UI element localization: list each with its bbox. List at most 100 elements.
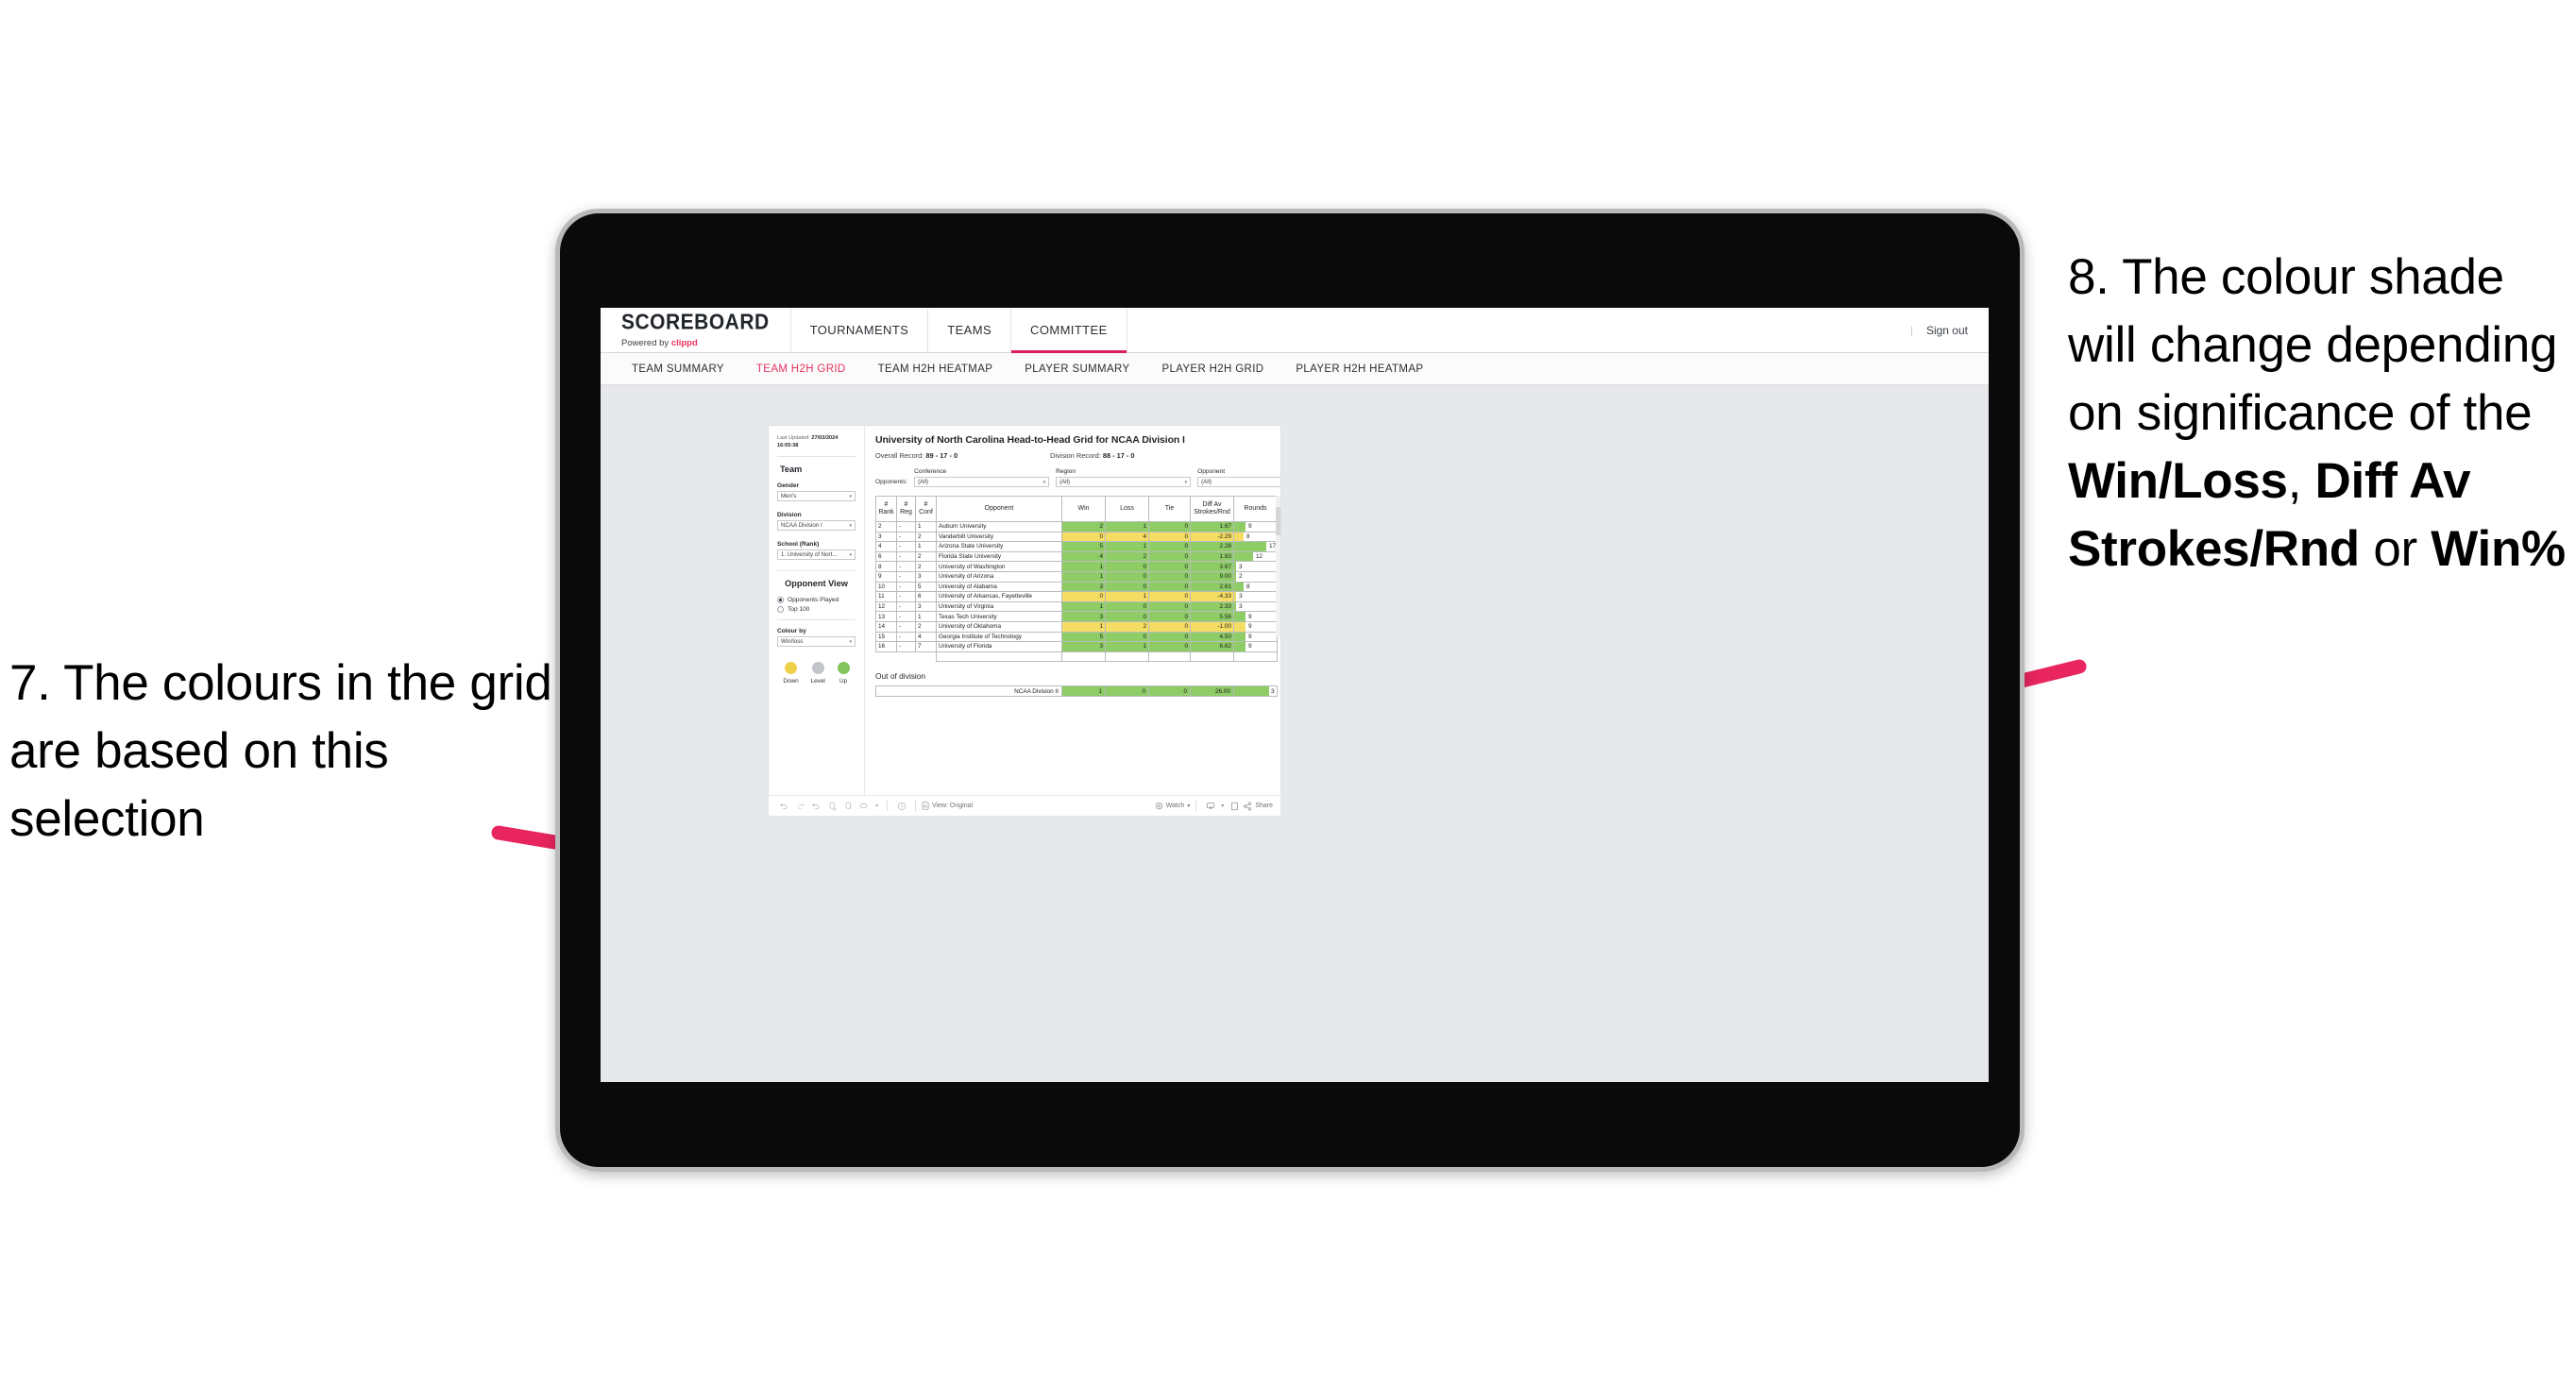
cell-rank: 6 — [875, 550, 897, 563]
region-label: Region — [1056, 468, 1076, 475]
pause-auto-update-icon[interactable] — [840, 802, 856, 811]
cell-loss: 1 — [1105, 591, 1149, 602]
cell-diff: 2.61 — [1190, 581, 1234, 593]
nav-item-committee[interactable]: COMMITTEE — [1011, 308, 1127, 353]
subnav-team-h2h-heatmap[interactable]: TEAM H2H HEATMAP — [862, 363, 1009, 375]
cell-loss: 0 — [1105, 600, 1149, 613]
col-opponent[interactable]: Opponent — [936, 496, 1062, 522]
gender-select[interactable]: Men's ▾ — [777, 491, 856, 502]
subnav-team-summary[interactable]: TEAM SUMMARY — [616, 363, 740, 375]
refresh-icon[interactable] — [824, 802, 840, 811]
grid-row[interactable]: 15-4 Georgia Institute of Technology 5 0 0 4.… — [875, 631, 1278, 643]
col-rank[interactable]: # Rank — [875, 496, 897, 522]
colour-by-select[interactable]: Win/loss ▾ — [777, 636, 856, 648]
legend-label-up: Up — [839, 678, 848, 685]
rounds-value: 3 — [1239, 593, 1243, 600]
col-conf[interactable]: # Conf — [915, 496, 937, 522]
record-summary: Overall Record: 89 - 17 - 0 Division Rec… — [875, 451, 1270, 460]
subnav-player-summary[interactable]: PLAYER SUMMARY — [1008, 363, 1145, 375]
grid-row[interactable]: 9-3 University of Arizona 1 0 0 9.00 2 — [875, 570, 1278, 583]
legend-item-down: Down — [783, 662, 799, 685]
grid-row[interactable]: 12-3 University of Virginia 1 0 0 2.33 3 — [875, 600, 1278, 613]
cell-conf: 3 — [915, 570, 937, 583]
col-diff-av-strokes[interactable]: Diff Av Strokes/Rnd — [1190, 496, 1234, 522]
cell-diff: 9.00 — [1190, 570, 1234, 583]
cell-rank: 14 — [875, 620, 897, 633]
grid-row[interactable]: 13-1 Texas Tech University 3 0 0 5.56 9 — [875, 611, 1278, 622]
cell-tie: 0 — [1148, 550, 1191, 563]
clock-history-icon[interactable] — [893, 802, 909, 811]
subnav-player-h2h-heatmap[interactable]: PLAYER H2H HEATMAP — [1280, 363, 1439, 375]
grid-row[interactable]: 8-2 University of Washington 1 0 0 3.67 3 — [875, 561, 1278, 572]
legend-dot-up-icon — [837, 662, 850, 675]
rounds-value: 17 — [1269, 543, 1277, 550]
cell-opponent: University of Alabama — [936, 581, 1062, 593]
rounds-bar — [1234, 522, 1246, 532]
grid-row[interactable]: 6-2 Florida State University 4 2 0 1.83 12 — [875, 550, 1278, 563]
download-icon[interactable] — [1202, 802, 1218, 811]
revert-icon[interactable] — [808, 802, 824, 810]
grid-scrollbar[interactable] — [1276, 496, 1280, 637]
radio-top-100[interactable]: Top 100 — [777, 606, 856, 614]
rounds-bar — [1234, 601, 1236, 612]
grid-row[interactable]: 2-1 Auburn University 2 1 0 1.67 9 — [875, 521, 1278, 532]
share-button[interactable]: Share — [1243, 802, 1273, 811]
conference-select[interactable]: (All) ▾ — [914, 477, 1050, 487]
cell-win: 1 — [1061, 620, 1106, 633]
grid-row[interactable]: 11-6 University of Arkansas, Fayetteville… — [875, 591, 1278, 602]
cell-loss: 2 — [1105, 620, 1149, 633]
grid-row[interactable]: 14-2 University of Oklahoma 1 2 0 -1.00 9 — [875, 620, 1278, 633]
ood-rounds: 3 — [1233, 685, 1278, 698]
col-tie[interactable]: Tie — [1148, 496, 1191, 522]
redo-icon[interactable] — [792, 802, 808, 810]
out-of-division-table: NCAA Division II 1 0 0 26.00 3 — [875, 685, 1278, 698]
cell-reg: - — [896, 641, 916, 652]
cell-win: 1 — [1061, 561, 1106, 572]
grid-row[interactable]: 3-2 Vanderbilt University 0 4 0 -2.29 8 — [875, 531, 1278, 543]
cell-rank: 10 — [875, 581, 897, 593]
grid-row[interactable]: 4-1 Arizona State University 5 1 0 2.28 17 — [875, 541, 1278, 552]
radio-opponents-played[interactable]: Opponents Played — [777, 597, 856, 604]
col-loss[interactable]: Loss — [1105, 496, 1149, 522]
signout-link[interactable]: Sign out — [1926, 324, 1968, 337]
cell-reg: - — [896, 521, 916, 532]
nav-item-teams[interactable]: TEAMS — [928, 308, 1012, 352]
chevron-down-icon: ▾ — [849, 551, 852, 558]
cell-reg: - — [896, 611, 916, 622]
rounds-bar — [1234, 571, 1236, 582]
region-select[interactable]: (All) ▾ — [1056, 477, 1192, 487]
nav-item-tournaments[interactable]: TOURNAMENTS — [791, 308, 929, 352]
cell-win: 5 — [1061, 631, 1106, 643]
chevron-down-icon[interactable]: ▾ — [873, 803, 881, 809]
colour-by-value: Win/loss — [781, 638, 804, 646]
cell-win: 0 — [1061, 591, 1106, 602]
grid-row[interactable]: 16-7 University of Florida 3 1 0 6.62 9 — [875, 641, 1278, 652]
tablet-screen: SCOREBOARD Powered by clippd TOURNAMENTS… — [601, 308, 1989, 1082]
fullscreen-icon[interactable] — [1227, 802, 1243, 811]
cell-win: 4 — [1061, 550, 1106, 563]
col-conf-l2: Conf — [919, 509, 933, 516]
grid-header-row: # Rank # Reg # Conf Opponent Win Loss Tie D… — [875, 496, 1278, 522]
overall-record-value: 89 - 17 - 0 — [925, 451, 958, 460]
undo-icon[interactable] — [776, 802, 792, 810]
school-select[interactable]: 1. University of Nort... ▾ — [777, 549, 856, 561]
brand-logo[interactable]: SCOREBOARD Powered by clippd — [601, 308, 791, 352]
cell-loss: 1 — [1105, 641, 1149, 652]
cell-reg: - — [896, 550, 916, 563]
col-rounds[interactable]: Rounds — [1233, 496, 1278, 522]
region-value: (All) — [1059, 479, 1071, 485]
subnav-team-h2h-grid[interactable]: TEAM H2H GRID — [740, 363, 862, 375]
col-win[interactable]: Win — [1061, 496, 1106, 522]
cell-rank: 3 — [875, 531, 897, 543]
division-select[interactable]: NCAA Division I ▾ — [777, 520, 856, 532]
grid-row[interactable]: 10-5 University of Alabama 3 0 0 2.61 8 — [875, 581, 1278, 593]
rounds-bar — [1234, 632, 1246, 642]
col-reg[interactable]: # Reg — [896, 496, 916, 522]
custom-view-icon[interactable] — [856, 802, 873, 810]
grid-scrollbar-thumb[interactable] — [1276, 507, 1280, 535]
opponent-select[interactable]: (All) ▾ — [1197, 477, 1280, 487]
subnav-player-h2h-grid[interactable]: PLAYER H2H GRID — [1145, 363, 1280, 375]
watch-button[interactable]: Watch ▾ — [1155, 802, 1190, 810]
view-original-button[interactable]: View: Original — [922, 802, 973, 810]
chevron-down-icon[interactable]: ▾ — [1218, 803, 1227, 809]
